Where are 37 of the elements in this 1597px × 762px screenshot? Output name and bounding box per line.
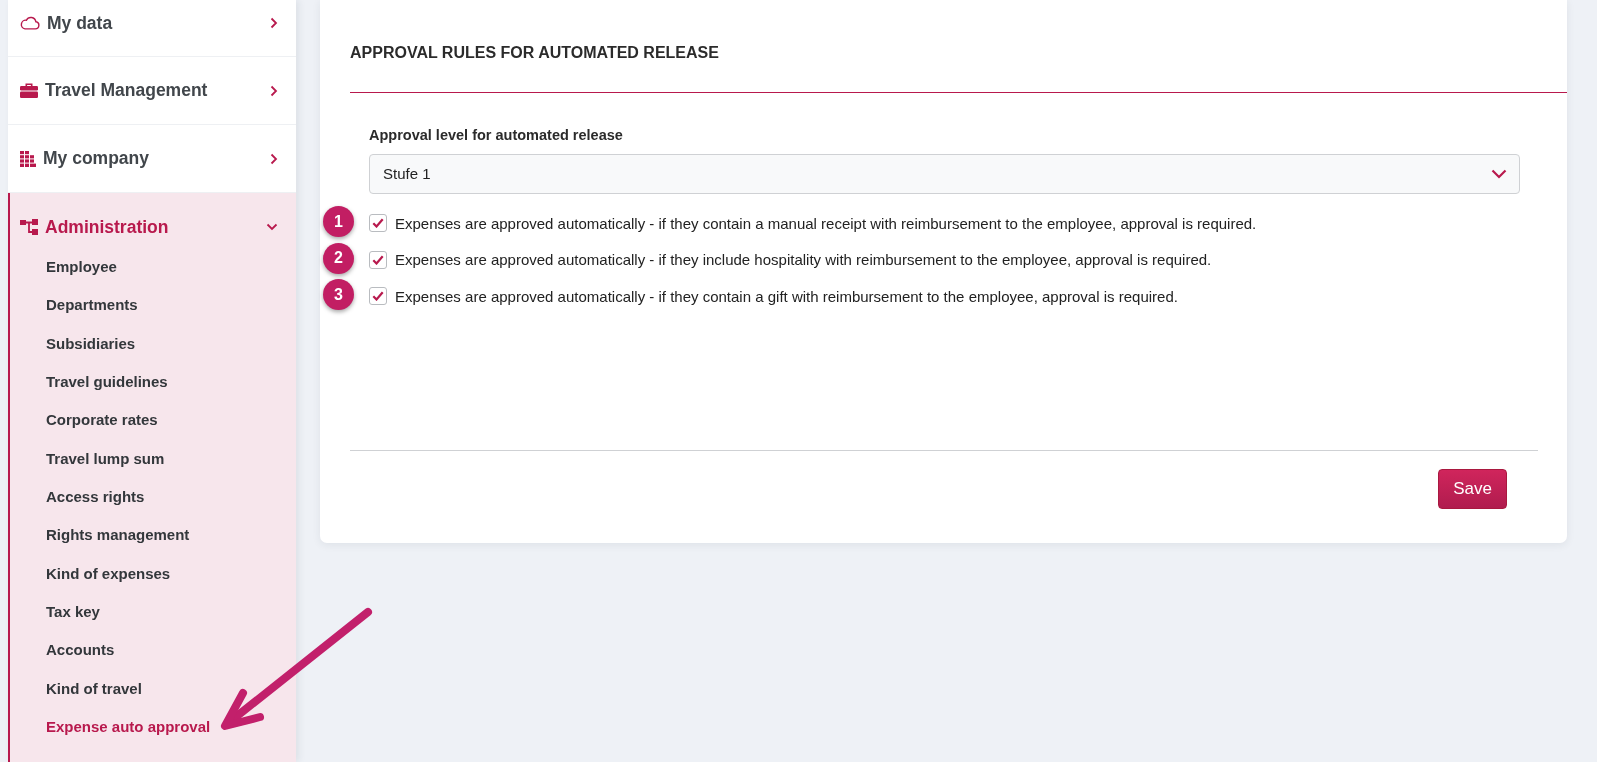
section-title: APPROVAL RULES FOR AUTOMATED RELEASE — [350, 43, 719, 63]
sidebar-subitem[interactable]: Access rights — [46, 477, 145, 517]
rule-label: Expenses are approved automatically - if they include hospitality with reimbursement to the employee, approval is required. — [395, 251, 1212, 269]
number-badge: 3 — [323, 279, 354, 311]
number-badge: 2 — [323, 242, 354, 274]
check-icon — [372, 254, 384, 265]
sitemap-icon — [20, 219, 38, 235]
number-badge: 1 — [323, 206, 354, 238]
checkbox[interactable] — [369, 287, 387, 306]
sidebar-subitem[interactable]: Corporate rates — [46, 401, 158, 440]
save-button[interactable]: Save — [1438, 469, 1507, 509]
cloud-icon — [20, 16, 40, 30]
checkbox[interactable] — [369, 250, 387, 269]
building-icon — [20, 150, 36, 167]
chevron-down-icon — [1491, 168, 1507, 179]
sidebar-subitem[interactable]: Expense auto approval — [46, 707, 211, 747]
rule-label: Expenses are approved automatically - if they contain a gift with reimbursement to the employee, approval is required. — [395, 287, 1178, 305]
check-icon — [372, 218, 384, 229]
sidebar-subitem[interactable]: Kind of travel — [46, 669, 142, 708]
sidebar-subitem[interactable]: Employee — [46, 248, 117, 287]
briefcase-icon — [20, 83, 38, 98]
approval-level-select[interactable]: Stufe 1 — [369, 153, 1520, 194]
sidebar-item[interactable]: Travel Management — [8, 57, 296, 125]
sidebar-subitem[interactable]: Travel guidelines — [46, 362, 168, 402]
sidebar-subitem[interactable]: Tax key — [46, 592, 100, 632]
field-label: Approval level for automated release — [369, 125, 623, 144]
check-icon — [372, 291, 384, 302]
rule-label: Expenses are approved automatically - if they contain a manual receipt with reimbursement to the employee, approval is required. — [395, 214, 1257, 232]
sidebar-subitem[interactable]: Accounts — [46, 631, 115, 670]
sidebar-item[interactable]: My data — [8, 0, 296, 57]
sidebar-item[interactable]: Administration — [10, 193, 296, 245]
sidebar-subitem[interactable]: Subsidiaries — [46, 324, 136, 363]
sidebar-subitem[interactable]: Rights management — [46, 516, 190, 555]
checkbox[interactable] — [369, 214, 387, 233]
sidebar-subitem[interactable]: Kind of expenses — [46, 554, 171, 593]
sidebar-subitem[interactable]: Departments — [46, 286, 138, 325]
sidebar-subitem[interactable]: Travel lump sum — [46, 439, 165, 478]
